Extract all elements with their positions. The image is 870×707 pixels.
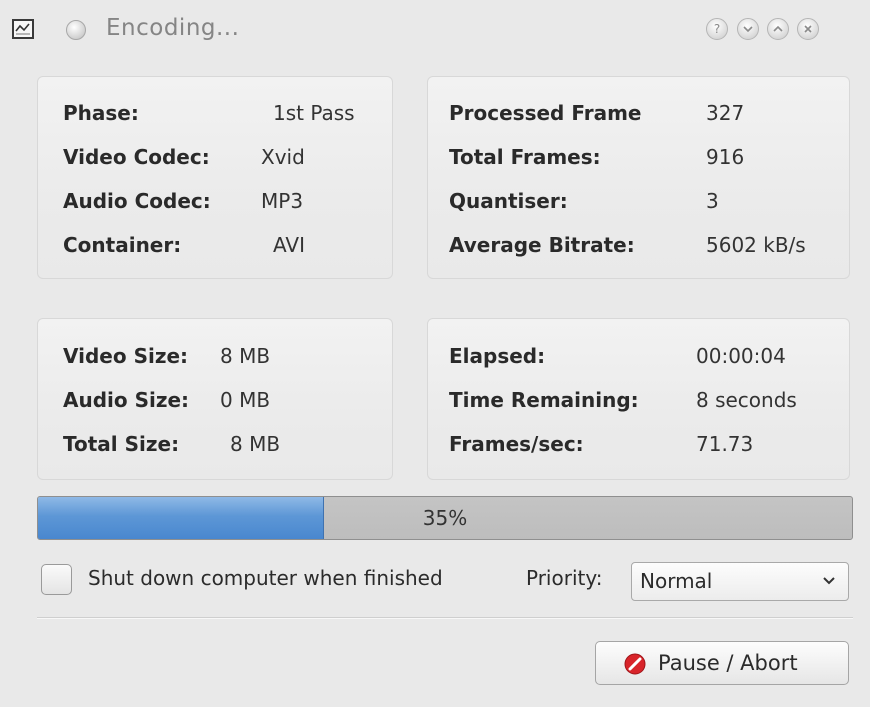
audio-size-value: 0 MB: [220, 388, 271, 412]
codec-info-panel: Phase: 1st Pass Video Codec: Xvid Audio …: [37, 76, 393, 279]
total-size-label: Total Size:: [63, 432, 180, 456]
processed-frame-label: Processed Frame: [449, 101, 642, 125]
average-bitrate-label: Average Bitrate:: [449, 233, 635, 257]
time-info-panel: Elapsed: 00:00:04 Time Remaining: 8 seco…: [427, 318, 850, 480]
shutdown-checkbox[interactable]: [41, 564, 72, 595]
window-menu-icon[interactable]: [66, 20, 86, 40]
total-frames-value: 916: [706, 145, 745, 169]
priority-label: Priority:: [526, 566, 603, 590]
pause-abort-button[interactable]: Pause / Abort: [595, 641, 849, 685]
progress-percent-text: 35%: [422, 506, 468, 530]
total-size-value: 8 MB: [230, 432, 281, 456]
container-label: Container:: [63, 233, 182, 257]
quantiser-label: Quantiser:: [449, 189, 568, 213]
total-frames-label: Total Frames:: [449, 145, 601, 169]
chevron-down-icon: [743, 26, 753, 33]
time-remaining-label: Time Remaining:: [449, 388, 639, 412]
audio-codec-label: Audio Codec:: [63, 189, 211, 213]
chevron-down-icon: [823, 577, 835, 585]
title-bar: Encoding... ?: [0, 0, 870, 62]
time-remaining-value: 8 seconds: [696, 388, 797, 412]
encoding-progress-bar: 35%: [37, 496, 853, 540]
app-icon: [12, 19, 34, 39]
shutdown-label[interactable]: Shut down computer when finished: [88, 566, 443, 590]
chevron-up-icon: [773, 25, 783, 32]
container-value: AVI: [273, 233, 305, 257]
phase-label: Phase:: [63, 101, 139, 125]
audio-size-label: Audio Size:: [63, 388, 190, 412]
elapsed-value: 00:00:04: [696, 344, 786, 368]
maximize-button[interactable]: [767, 18, 789, 40]
help-button[interactable]: ?: [706, 18, 728, 40]
processed-frame-value: 327: [706, 101, 745, 125]
window-title: Encoding...: [106, 15, 240, 41]
close-icon: [804, 25, 812, 33]
help-icon: ?: [713, 22, 721, 36]
priority-select[interactable]: Normal: [631, 562, 849, 601]
close-button[interactable]: [797, 18, 819, 40]
abort-icon: [624, 653, 646, 675]
video-size-label: Video Size:: [63, 344, 189, 368]
pause-abort-label: Pause / Abort: [658, 651, 798, 675]
video-size-value: 8 MB: [220, 344, 271, 368]
elapsed-label: Elapsed:: [449, 344, 546, 368]
phase-value: 1st Pass: [273, 101, 355, 125]
video-codec-value: Xvid: [261, 145, 305, 169]
quantiser-value: 3: [706, 189, 719, 213]
audio-codec-value: MP3: [261, 189, 304, 213]
divider: [37, 617, 853, 619]
video-codec-label: Video Codec:: [63, 145, 210, 169]
frames-per-sec-value: 71.73: [696, 432, 754, 456]
frames-info-panel: Processed Frame 327 Total Frames: 916 Qu…: [427, 76, 850, 279]
size-info-panel: Video Size: 8 MB Audio Size: 0 MB Total …: [37, 318, 393, 480]
average-bitrate-value: 5602 kB/s: [706, 233, 806, 257]
priority-selected-value: Normal: [640, 569, 713, 593]
frames-per-sec-label: Frames/sec:: [449, 432, 584, 456]
minimize-button[interactable]: [737, 18, 759, 40]
